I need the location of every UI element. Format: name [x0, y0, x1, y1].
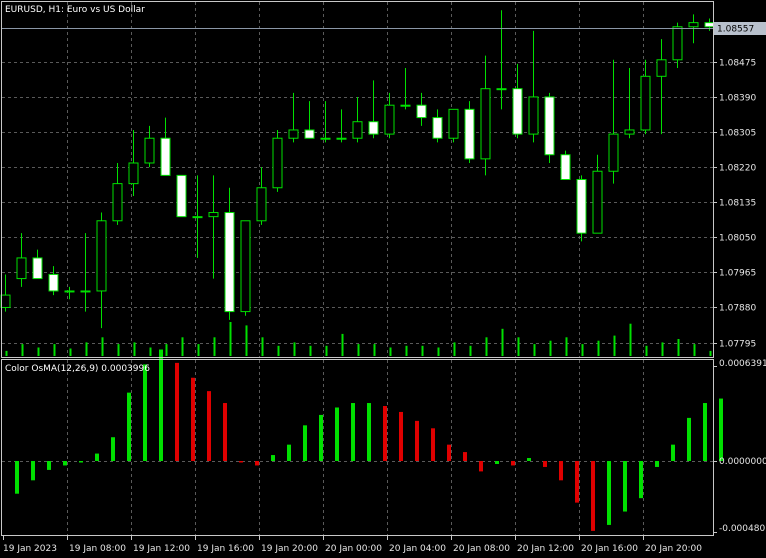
indicator-tick-label: 0.0000000 — [719, 457, 766, 467]
bull-candle[interactable] — [128, 162, 139, 185]
bull-candle[interactable] — [448, 108, 459, 139]
price-tick-label: 1.08305 — [719, 129, 756, 139]
time-tick-label: 19 Jan 20:00 — [261, 544, 318, 554]
bull-candle[interactable] — [112, 183, 123, 222]
bear-candle[interactable] — [176, 174, 187, 218]
time-tick-label: 20 Jan 08:00 — [453, 544, 510, 554]
price-tick-label: 1.07795 — [719, 340, 756, 350]
bear-candle[interactable] — [576, 179, 587, 234]
chart-window[interactable]: 1.08557 EURUSD, H1: Euro vs US Dollar Co… — [0, 0, 766, 558]
bull-candle[interactable] — [592, 170, 603, 234]
bear-candle[interactable] — [704, 22, 715, 28]
bear-candle[interactable] — [160, 137, 171, 176]
bull-candle[interactable] — [480, 88, 491, 160]
time-tick-label: 20 Jan 16:00 — [581, 544, 638, 554]
bull-candle[interactable] — [0, 294, 11, 308]
bull-candle[interactable] — [320, 137, 331, 140]
bull-candle[interactable] — [528, 96, 539, 135]
bull-candle[interactable] — [352, 121, 363, 139]
price-axis: 1.08475 1.08390 1.08305 1.08220 1.08135 1.080… — [713, 59, 756, 350]
price-tick-label: 1.07965 — [719, 269, 756, 279]
bull-candle[interactable] — [208, 212, 219, 218]
time-tick-label: 19 Jan 12:00 — [133, 544, 190, 554]
bull-candle[interactable] — [672, 26, 683, 61]
price-tick-label: 1.07880 — [719, 304, 756, 314]
bear-candle[interactable] — [224, 212, 235, 313]
bull-candle[interactable] — [240, 220, 251, 313]
bull-candle[interactable] — [688, 22, 699, 28]
current-price-label: 1.08557 — [717, 25, 754, 35]
bear-candle[interactable] — [560, 154, 571, 181]
bear-candle[interactable] — [48, 273, 59, 292]
time-tick-label: 20 Jan 04:00 — [389, 544, 446, 554]
bull-candle[interactable] — [656, 59, 667, 77]
bear-candle[interactable] — [432, 117, 443, 139]
bull-candle[interactable] — [640, 75, 651, 131]
bear-candle[interactable] — [368, 121, 379, 135]
indicator-tick-label: 0.0006391 — [719, 359, 766, 369]
time-tick-label: 19 Jan 08:00 — [69, 544, 126, 554]
bear-candle[interactable] — [304, 129, 315, 139]
bull-candle[interactable] — [16, 257, 27, 280]
bull-candle[interactable] — [400, 104, 411, 107]
bull-candle[interactable] — [336, 137, 347, 140]
indicator-tick-label: -0.0004807 — [719, 524, 766, 534]
price-tick-label: 1.08135 — [719, 199, 756, 209]
bear-candle[interactable] — [32, 257, 43, 280]
time-tick-label: 20 Jan 20:00 — [645, 544, 702, 554]
bull-candle[interactable] — [64, 290, 75, 293]
time-tick-label: 19 Jan 2023 — [3, 544, 57, 554]
bull-candle[interactable] — [256, 187, 267, 222]
price-tick-label: 1.08220 — [719, 164, 756, 174]
time-tick-label: 20 Jan 00:00 — [325, 544, 382, 554]
bull-candle[interactable] — [608, 133, 619, 172]
bull-candle[interactable] — [80, 290, 91, 293]
bull-candle[interactable] — [272, 137, 283, 189]
bull-candle[interactable] — [144, 137, 155, 164]
bull-candle[interactable] — [384, 104, 395, 135]
chart-background — [0, 0, 766, 558]
price-tick-label: 1.08475 — [719, 59, 756, 69]
time-tick-label: 19 Jan 16:00 — [197, 544, 254, 554]
bear-candle[interactable] — [464, 108, 475, 160]
bull-candle[interactable] — [96, 220, 107, 292]
bull-candle[interactable] — [496, 88, 507, 91]
time-tick-label: 20 Jan 12:00 — [517, 544, 574, 554]
price-tick-label: 1.08390 — [719, 94, 756, 104]
bull-candle[interactable] — [288, 129, 299, 139]
indicator-title: Color OsMA(12,26,9) 0.0003996 — [5, 364, 150, 374]
price-tick-label: 1.08050 — [719, 234, 756, 244]
bull-candle[interactable] — [192, 216, 203, 219]
bear-candle[interactable] — [416, 104, 427, 119]
bear-candle[interactable] — [512, 88, 523, 135]
bear-candle[interactable] — [544, 96, 555, 156]
bull-candle[interactable] — [624, 129, 635, 135]
chart-title: EURUSD, H1: Euro vs US Dollar — [5, 5, 145, 15]
